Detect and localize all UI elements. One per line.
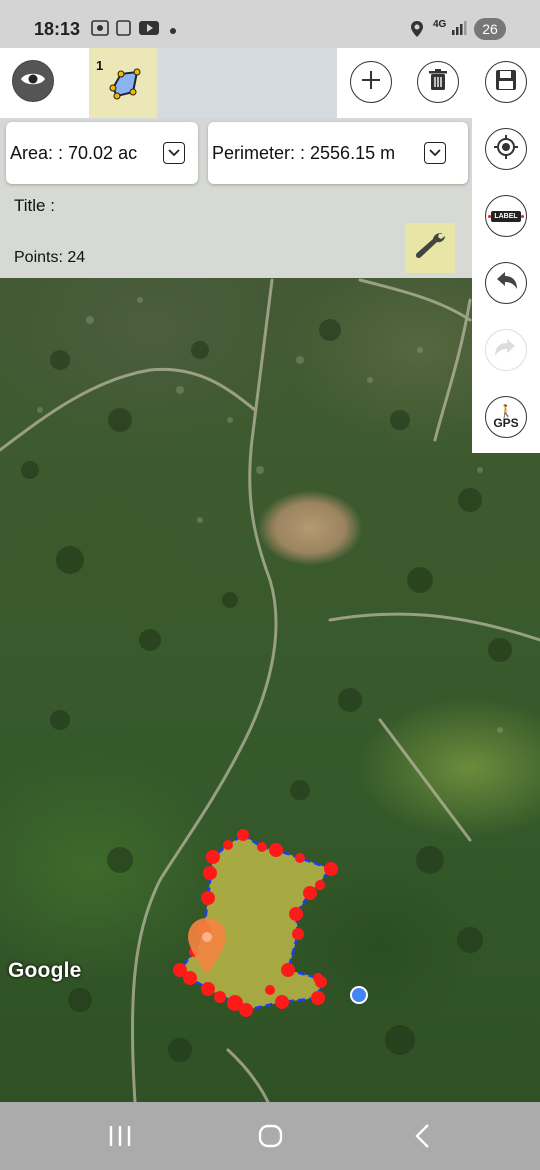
signal-icon — [451, 20, 467, 40]
locate-icon — [493, 134, 519, 165]
polygon-icon — [107, 66, 143, 105]
chevron-down-icon — [429, 149, 441, 157]
area-unit-dropdown[interactable] — [163, 142, 185, 164]
settings-button[interactable] — [405, 223, 455, 273]
shape-tab-1[interactable]: 1 — [89, 48, 157, 118]
top-toolbar: 1 — [0, 48, 540, 118]
area-card[interactable]: Area: : 70.02 ac — [6, 122, 198, 184]
tab-strip-background — [157, 48, 337, 118]
eye-icon — [19, 70, 47, 93]
chevron-down-icon — [168, 149, 180, 157]
points-count: Points: 24 — [14, 249, 86, 266]
title-label[interactable]: Title : — [14, 196, 55, 216]
recents-icon[interactable] — [108, 1120, 132, 1155]
label-button[interactable]: LABEL — [485, 195, 527, 237]
area-value: Area: : 70.02 ac — [10, 142, 138, 163]
save-button[interactable] — [485, 61, 527, 103]
shape-tab-number: 1 — [96, 58, 104, 73]
redo-icon — [493, 337, 519, 364]
label-icon: LABEL — [488, 210, 524, 222]
google-logo: Google — [8, 959, 82, 982]
add-button[interactable] — [350, 61, 392, 103]
youtube-icon — [139, 20, 159, 40]
status-time: 18:13 — [34, 19, 81, 39]
dot-icon — [169, 22, 177, 39]
plus-icon — [360, 69, 382, 96]
side-tool-panel: LABEL 🚶 GPS — [472, 48, 540, 453]
gps-button-text: GPS — [493, 416, 519, 430]
location-icon — [410, 20, 424, 42]
home-icon[interactable] — [257, 1120, 285, 1155]
gps-button[interactable]: 🚶 GPS — [485, 396, 527, 438]
trash-icon — [428, 68, 448, 96]
undo-button[interactable] — [485, 262, 527, 304]
save-icon — [495, 69, 517, 96]
copy-icon — [116, 20, 134, 40]
network-icon: 4G — [433, 19, 447, 30]
user-location-dot — [350, 986, 368, 1004]
wrench-icon — [413, 231, 447, 266]
delete-button[interactable] — [417, 61, 459, 103]
undo-icon — [493, 270, 519, 297]
label-button-text: LABEL — [491, 210, 521, 222]
redo-button[interactable] — [485, 329, 527, 371]
perimeter-unit-dropdown[interactable] — [424, 142, 446, 164]
eye-button[interactable] — [12, 60, 54, 102]
perimeter-card[interactable]: Perimeter: : 2556.15 m — [208, 122, 468, 184]
screen-record-icon — [91, 20, 109, 40]
status-bar: 18:13 4G 26 — [0, 0, 540, 48]
back-icon[interactable] — [412, 1120, 432, 1155]
battery-icon: 26 — [474, 18, 506, 40]
locate-button[interactable] — [485, 128, 527, 170]
perimeter-value: Perimeter: : 2556.15 m — [212, 142, 396, 163]
info-panel: Area: : 70.02 ac Perimeter: : 2556.15 m … — [0, 118, 472, 278]
system-nav-bar — [0, 1102, 540, 1170]
